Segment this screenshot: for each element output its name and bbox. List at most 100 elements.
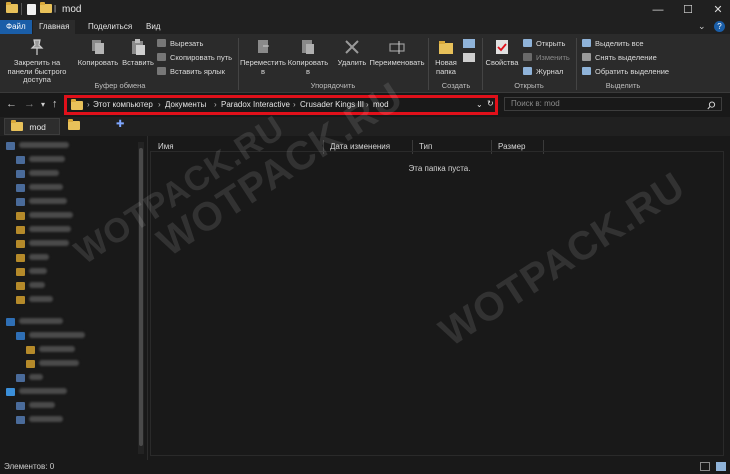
maximize-button[interactable]: ☐ xyxy=(672,0,704,20)
paste-button[interactable]: Вставить xyxy=(118,38,158,68)
nav-scrollbar[interactable] xyxy=(138,142,144,454)
select-none-button[interactable]: Снять выделение xyxy=(582,52,657,63)
paste-label: Вставить xyxy=(122,58,154,67)
nav-item[interactable] xyxy=(6,296,134,310)
tab-mod[interactable]: mod ✕ xyxy=(4,118,60,149)
blurred-label xyxy=(29,332,85,338)
copy-path-button[interactable]: Скопировать путь xyxy=(157,52,232,63)
paste-shortcut-button[interactable]: Вставить ярлык xyxy=(157,66,225,77)
copy-to-button[interactable]: Копировать в xyxy=(286,38,330,76)
nav-scrollbar-thumb[interactable] xyxy=(139,148,143,446)
nav-item[interactable] xyxy=(6,254,134,268)
tab-file[interactable]: Файл xyxy=(0,20,32,34)
folder-icon xyxy=(16,332,25,340)
pin-quick-access-label: Закрепить на панели быстрого доступа xyxy=(7,58,67,84)
tab-home[interactable]: Главная xyxy=(33,20,76,34)
quick-access-dropdown-icon[interactable]: | xyxy=(54,4,56,13)
move-to-button[interactable]: Переместить в xyxy=(240,38,286,76)
open-label: Открыть xyxy=(536,39,566,48)
nav-item[interactable] xyxy=(6,240,134,254)
recent-locations-chevron-icon[interactable]: ▾ xyxy=(41,100,45,109)
tab-view[interactable]: Вид xyxy=(140,20,166,34)
folder-icon xyxy=(26,346,35,354)
edit-button[interactable]: Изменить xyxy=(523,52,570,63)
help-icon[interactable]: ? xyxy=(714,21,725,32)
select-all-button[interactable]: Выделить все xyxy=(582,38,644,49)
nav-item[interactable] xyxy=(6,198,134,212)
open-group-label: Открыть xyxy=(514,81,544,90)
select-group-label: Выделить xyxy=(605,81,641,90)
blurred-label xyxy=(19,388,67,394)
nav-item[interactable] xyxy=(6,360,134,374)
folder-icon xyxy=(16,416,25,424)
folder-icon xyxy=(16,156,25,164)
tab-other[interactable] xyxy=(62,118,112,145)
copy-path-icon xyxy=(157,53,166,61)
folder-icon xyxy=(16,212,25,220)
nav-item[interactable] xyxy=(6,388,134,402)
nav-item[interactable] xyxy=(6,184,134,198)
new-folder-icon xyxy=(439,41,453,54)
nav-item[interactable] xyxy=(6,170,134,184)
open-button[interactable]: Открыть xyxy=(523,38,565,49)
close-button[interactable]: ✕ xyxy=(702,0,730,20)
breadcrumb-mod[interactable]: mod xyxy=(373,100,389,109)
search-input[interactable]: Поиск в: mod xyxy=(504,97,722,111)
nav-item[interactable] xyxy=(6,402,134,416)
cut-button[interactable]: Вырезать xyxy=(157,38,203,49)
nav-item[interactable] xyxy=(6,142,134,156)
search-icon xyxy=(707,101,716,110)
group-separator xyxy=(482,38,483,90)
large-icons-view-icon[interactable] xyxy=(716,462,726,471)
breadcrumb-documents[interactable]: Документы xyxy=(165,100,206,109)
nav-item[interactable] xyxy=(6,282,134,296)
tab-share[interactable]: Поделиться xyxy=(82,20,138,34)
nav-item[interactable] xyxy=(6,268,134,282)
nav-item[interactable] xyxy=(6,332,134,346)
breadcrumb-crusader-kings-iii[interactable]: Crusader Kings III xyxy=(300,100,364,109)
group-separator xyxy=(428,38,429,90)
easy-access-icon[interactable] xyxy=(463,53,475,62)
properties-quick-icon[interactable] xyxy=(27,4,36,16)
rename-icon xyxy=(389,41,405,54)
refresh-icon[interactable]: ↻ xyxy=(487,99,494,108)
nav-item[interactable] xyxy=(6,374,134,388)
delete-button[interactable]: Удалить xyxy=(334,38,370,68)
up-arrow-icon[interactable]: ↑ xyxy=(52,98,58,110)
invert-selection-button[interactable]: Обратить выделение xyxy=(582,66,669,77)
copy-to-icon xyxy=(302,40,314,54)
breadcrumb-this-pc[interactable]: Этот компьютер xyxy=(93,100,153,109)
delete-label: Удалить xyxy=(337,58,367,67)
properties-button[interactable]: Свойства xyxy=(485,38,519,68)
nav-item[interactable] xyxy=(6,346,134,360)
clipboard-group-label: Буфер обмена xyxy=(94,81,146,90)
history-button[interactable]: Журнал xyxy=(523,66,563,77)
rename-button[interactable]: Переименовать xyxy=(368,38,426,68)
blurred-label xyxy=(19,318,63,324)
breadcrumb-paradox-interactive[interactable]: Paradox Interactive xyxy=(221,100,290,109)
back-arrow-icon[interactable]: ← xyxy=(6,98,17,110)
address-dropdown-icon[interactable]: ⌄ xyxy=(476,100,483,109)
nav-item[interactable] xyxy=(6,416,134,430)
nav-item[interactable] xyxy=(6,318,134,332)
nav-item[interactable] xyxy=(6,226,134,240)
new-folder-quick-icon[interactable] xyxy=(40,2,52,16)
nav-item[interactable] xyxy=(6,156,134,170)
forward-arrow-icon[interactable]: → xyxy=(24,98,35,110)
blurred-label xyxy=(29,226,71,232)
blurred-label xyxy=(29,282,45,288)
add-tab-icon[interactable]: ✚ xyxy=(116,119,124,130)
minimize-button[interactable]: — xyxy=(642,0,674,20)
nav-item[interactable] xyxy=(6,212,134,226)
folder-icon xyxy=(16,402,25,410)
address-bar[interactable]: › Этот компьютер › Документы › Paradox I… xyxy=(64,95,498,115)
explorer-window: | mod — ☐ ✕ Файл Главная Поделиться Вид … xyxy=(0,0,730,474)
pin-icon xyxy=(30,39,44,55)
new-item-icon[interactable] xyxy=(463,39,475,48)
new-folder-button[interactable]: Новая папка xyxy=(431,38,461,76)
ribbon-collapse-icon[interactable]: ⌄ xyxy=(698,21,706,32)
blurred-label xyxy=(29,198,67,204)
copy-button[interactable]: Копировать xyxy=(76,38,120,68)
details-view-icon[interactable] xyxy=(700,462,710,471)
pin-quick-access-button[interactable]: Закрепить на панели быстрого доступа xyxy=(2,38,72,85)
